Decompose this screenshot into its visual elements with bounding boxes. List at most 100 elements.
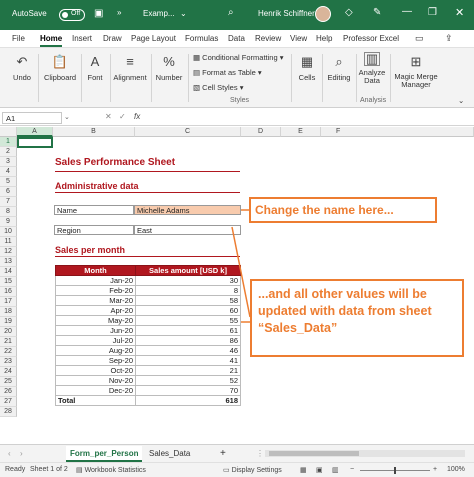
enter-icon[interactable]: ✓ bbox=[119, 112, 126, 121]
font-button[interactable]: A Font bbox=[82, 54, 108, 82]
cell-styles-button[interactable]: ▧ Cell Styles ▾ bbox=[193, 83, 243, 92]
cancel-icon[interactable]: ✕ bbox=[105, 112, 112, 121]
autosave-toggle[interactable]: Off bbox=[59, 9, 85, 21]
menu-home[interactable]: Home bbox=[40, 34, 62, 43]
styles-group-label: Styles bbox=[230, 97, 250, 104]
conditional-formatting-label: Conditional Formatting bbox=[202, 53, 278, 62]
status-ready: Ready bbox=[5, 466, 26, 473]
fx-icon[interactable]: fx bbox=[134, 112, 140, 121]
divider bbox=[38, 54, 39, 102]
font-icon: A bbox=[90, 54, 100, 69]
search-icon: ⌕ bbox=[335, 54, 343, 69]
number-label: Number bbox=[155, 73, 183, 82]
menu-page-layout[interactable]: Page Layout bbox=[131, 34, 176, 43]
menu-formulas[interactable]: Formulas bbox=[185, 34, 218, 43]
merge-icon: ⊞ bbox=[410, 54, 422, 69]
status-sheet: Sheet 1 of 2 bbox=[30, 466, 68, 473]
formula-bar: A1 ⌄ ✕ ✓ fx bbox=[0, 110, 474, 126]
tab-form-per-person[interactable]: Form_per_Person bbox=[66, 446, 143, 462]
restore-icon[interactable]: ❐ bbox=[428, 7, 437, 18]
font-label: Font bbox=[87, 73, 103, 82]
page-break-view-icon[interactable]: ▥ bbox=[332, 466, 339, 474]
comments-icon[interactable]: ▭ bbox=[415, 33, 424, 44]
clipboard-icon: 📋 bbox=[51, 54, 69, 69]
workbook-statistics-button[interactable]: ▤ Workbook Statistics bbox=[76, 466, 146, 474]
conditional-formatting-button[interactable]: ▦ Conditional Formatting ▾ bbox=[193, 53, 284, 62]
format-as-table-button[interactable]: ▤ Format as Table ▾ bbox=[193, 68, 262, 77]
editing-button[interactable]: ⌕ Editing bbox=[323, 54, 355, 82]
editing-label: Editing bbox=[327, 73, 351, 82]
minimize-icon[interactable]: — bbox=[402, 6, 412, 17]
user-name: Henrik Schiffner bbox=[258, 9, 315, 18]
analyze-data-icon: ▥ bbox=[364, 51, 380, 66]
display-settings-label: Display Settings bbox=[231, 467, 282, 474]
chevron-down-icon[interactable]: ⌄ bbox=[458, 96, 464, 105]
worksheet-grid[interactable]: A B C D E F 1 2 3 4 5 6 7 8 9 10 11 12 13 14 15 16 17 18 1… bbox=[0, 127, 474, 444]
toggle-knob bbox=[62, 12, 68, 18]
cells-button[interactable]: ▦ Cells bbox=[293, 54, 321, 82]
zoom-slider[interactable] bbox=[360, 467, 430, 474]
magic-merge-manager-button[interactable]: ⊞ Magic Merge Manager bbox=[392, 54, 440, 89]
scroll-right-icon[interactable]: › bbox=[16, 446, 27, 462]
divider bbox=[188, 54, 189, 102]
divider bbox=[291, 54, 292, 102]
display-settings-button[interactable]: ▭ Display Settings bbox=[223, 466, 282, 474]
page-layout-view-icon[interactable]: ▣ bbox=[316, 466, 323, 474]
sheet-tabs-bar: ‹ › Form_per_Person Sales_Data + ⋮ bbox=[0, 444, 474, 462]
ribbon: ↶ Undo 📋 Clipboard A Font ≡ Alignment % … bbox=[0, 48, 474, 108]
analyze-data-button[interactable]: ▥ Analyze Data bbox=[357, 52, 387, 85]
name-box-dropdown-icon[interactable]: ⌄ bbox=[64, 113, 70, 121]
alignment-button[interactable]: ≡ Alignment bbox=[111, 54, 149, 82]
zoom-slider-thumb[interactable] bbox=[394, 467, 396, 474]
menu-file[interactable]: File bbox=[12, 34, 25, 43]
horizontal-scrollbar[interactable] bbox=[265, 450, 465, 457]
name-box[interactable]: A1 bbox=[2, 112, 62, 124]
analyze-data-label: Data bbox=[364, 76, 380, 85]
search-icon[interactable]: ⌕ bbox=[228, 7, 234, 18]
normal-view-icon[interactable]: ▦ bbox=[300, 466, 307, 474]
menu-draw[interactable]: Draw bbox=[103, 34, 122, 43]
alignment-label: Alignment bbox=[113, 73, 147, 82]
percent-icon: % bbox=[163, 54, 175, 69]
menu-data[interactable]: Data bbox=[228, 34, 245, 43]
scroll-left-icon[interactable]: ‹ bbox=[4, 446, 15, 462]
menu-bar: File Home Insert Draw Page Layout Formul… bbox=[0, 30, 474, 48]
divider bbox=[390, 54, 391, 102]
number-button[interactable]: % Number bbox=[152, 54, 186, 82]
pen-icon[interactable]: ✎ bbox=[373, 7, 381, 18]
menu-view[interactable]: View bbox=[290, 34, 307, 43]
diamond-icon[interactable]: ◇ bbox=[345, 7, 353, 18]
cells-label: Cells bbox=[298, 73, 316, 82]
clipboard-button[interactable]: 📋 Clipboard bbox=[40, 54, 80, 82]
autosave-state: Off bbox=[71, 10, 81, 17]
clipboard-label: Clipboard bbox=[43, 73, 77, 82]
format-as-table-label: Format as Table bbox=[202, 68, 256, 77]
status-bar: Ready Sheet 1 of 2 ▤ Workbook Statistics… bbox=[0, 462, 474, 477]
title-bar: AutoSave Off ▣ » Examp... ⌄ ⌕ Henrik Sch… bbox=[0, 0, 474, 30]
close-icon[interactable]: ✕ bbox=[455, 6, 464, 19]
add-sheet-button[interactable]: + bbox=[216, 446, 230, 462]
avatar[interactable] bbox=[315, 6, 331, 22]
formula-input[interactable] bbox=[148, 112, 466, 124]
callout-arrows bbox=[231, 209, 251, 323]
alignment-icon: ≡ bbox=[126, 54, 134, 69]
scrollbar-thumb[interactable] bbox=[269, 451, 359, 456]
zoom-level[interactable]: 100% bbox=[447, 466, 465, 473]
menu-insert[interactable]: Insert bbox=[72, 34, 92, 43]
menu-help[interactable]: Help bbox=[316, 34, 332, 43]
zoom-out-icon[interactable]: − bbox=[350, 466, 354, 473]
autosave-label: AutoSave bbox=[12, 9, 47, 18]
tab-sales-data[interactable]: Sales_Data bbox=[145, 446, 194, 462]
save-icon[interactable]: ▣ bbox=[94, 8, 103, 19]
undo-button[interactable]: ↶ Undo bbox=[8, 54, 36, 82]
active-tab-underline bbox=[40, 45, 62, 47]
file-name[interactable]: Examp... bbox=[143, 9, 175, 18]
share-icon[interactable]: ⇪ bbox=[445, 33, 453, 44]
chevron-down-icon[interactable]: ⌄ bbox=[180, 9, 187, 18]
zoom-in-icon[interactable]: + bbox=[433, 466, 437, 473]
more-commands-icon[interactable]: » bbox=[117, 8, 121, 17]
manager-label: Manager bbox=[401, 80, 431, 89]
menu-professor-excel[interactable]: Professor Excel bbox=[343, 34, 399, 43]
menu-review[interactable]: Review bbox=[255, 34, 281, 43]
undo-label: Undo bbox=[13, 73, 31, 82]
